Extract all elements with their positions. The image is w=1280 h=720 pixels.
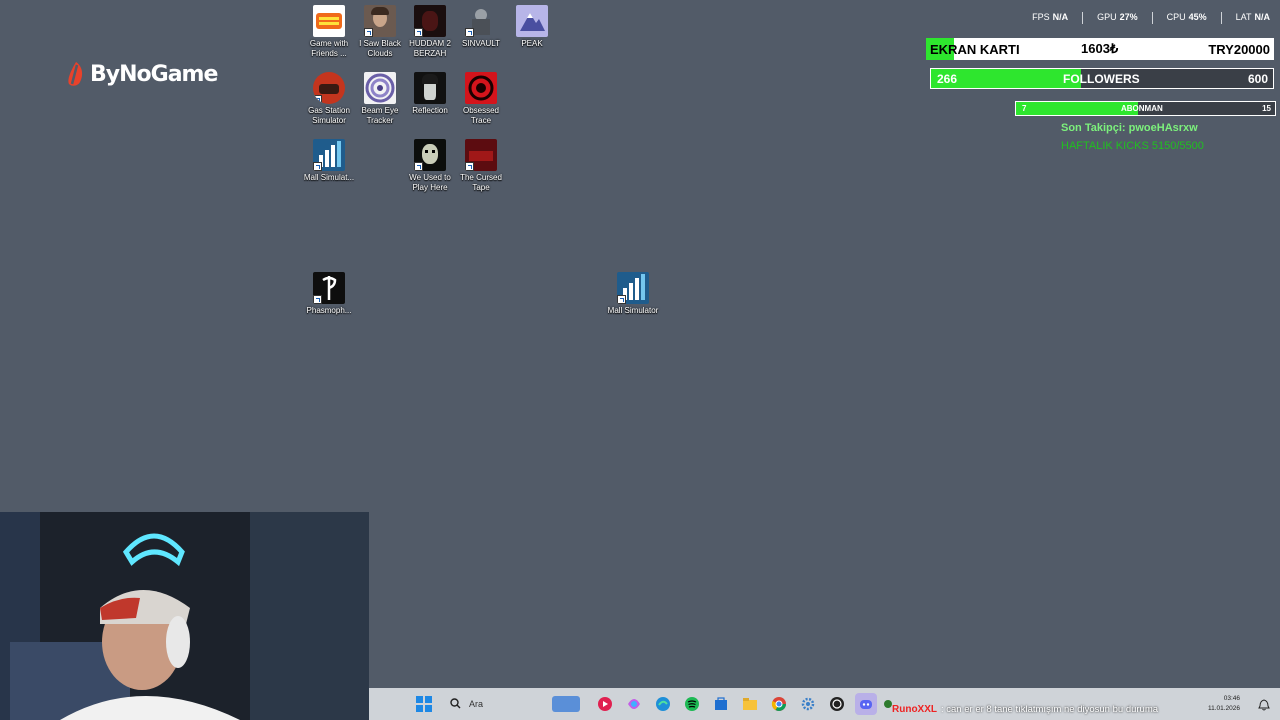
desktop-icon-beam-eye-tracker[interactable]: Beam Eye Tracker <box>354 72 406 126</box>
bynogame-logo: ByNoGame <box>66 60 218 88</box>
phasmophobia-icon <box>313 272 345 304</box>
desktop-icon-label: Phasmoph... <box>306 306 352 315</box>
copilot-icon[interactable] <box>623 693 645 715</box>
subscriptions-goal-bar: 7 ABONMAN 15 <box>1015 101 1276 116</box>
store-icon[interactable] <box>710 693 732 715</box>
settings-gear-icon[interactable] <box>797 693 819 715</box>
huddam-2-icon <box>414 5 446 37</box>
search-icon <box>450 697 461 711</box>
desktop-icon-label: Gas Station Simulator <box>308 106 350 125</box>
desktop-icon-label: Obsessed Trace <box>462 106 500 125</box>
stats-divider <box>1151 12 1153 24</box>
bynogame-logo-icon <box>66 60 86 88</box>
desktop-icon-label: HUDDAM 2 BERZAH <box>409 39 451 58</box>
desktop-icon-peak[interactable]: PEAK <box>506 5 558 49</box>
notification-bell-icon[interactable] <box>1258 698 1270 716</box>
webcam-feed <box>0 512 369 720</box>
desktop-icon-label: PEAK <box>521 39 543 48</box>
gpu-stat: GPU 27% <box>1097 12 1138 22</box>
desktop-icon-label: SINVAULT <box>462 39 500 48</box>
desktop-icon-obsessed-trace[interactable]: Obsessed Trace <box>455 72 507 126</box>
desktop-icon-game-with-friends[interactable]: Game with Friends ... <box>303 5 355 59</box>
performance-stats: FPS N/A GPU 27% CPU 45% LAT N/A <box>1032 12 1270 24</box>
bynogame-logo-text: ByNoGame <box>90 61 218 87</box>
desktop-icon-label: Beam Eye Tracker <box>361 106 399 125</box>
desktop-icon-we-used-to-play-here[interactable]: We Used to Play Here <box>404 139 456 193</box>
subscriptions-current: 7 <box>1022 104 1027 113</box>
desktop-icon-reflection[interactable]: Reflection <box>404 72 456 116</box>
media-player-icon[interactable] <box>594 693 616 715</box>
followers-current: 266 <box>937 71 958 86</box>
subscriptions-goal-fill <box>1016 102 1138 115</box>
i-saw-black-clouds-icon <box>364 5 396 37</box>
desktop-icon-phasmophobia[interactable]: Phasmoph... <box>303 272 355 316</box>
followers-target: 600 <box>1247 71 1268 86</box>
reflection-icon <box>414 72 446 104</box>
desktop-icon-label: Reflection <box>412 106 448 115</box>
obsessed-trace-icon <box>465 72 497 104</box>
desktop-icon-label: Mall Simulator <box>607 306 659 315</box>
desktop-icon-gas-station-simulator[interactable]: Gas Station Simulator <box>303 72 355 126</box>
taskbar-search[interactable]: Ara <box>444 693 584 715</box>
desktop-icon-i-saw-black-clouds[interactable]: I Saw Black Clouds <box>354 5 406 59</box>
discord-icon[interactable] <box>854 693 877 715</box>
gpu-goal-bar: EKRAN KARTI 1603₺ TRY20000 <box>926 38 1274 60</box>
desktop-icon-the-cursed-tape[interactable]: The Cursed Tape <box>455 139 507 193</box>
clock-time: 03:46 <box>1223 695 1240 702</box>
cursed-tape-icon <box>465 139 497 171</box>
peak-icon <box>516 5 548 37</box>
search-highlight-icon <box>552 696 580 712</box>
sinvault-icon <box>465 5 497 37</box>
stats-divider <box>1082 12 1084 24</box>
desktop-icon-label: We Used to Play Here <box>409 173 451 192</box>
desktop-icon-sinvault[interactable]: SINVAULT <box>455 5 507 49</box>
edge-icon[interactable] <box>652 693 674 715</box>
gpu-goal-title: EKRAN KARTI <box>930 41 1020 57</box>
clock-date: 11.01.2026 <box>1207 705 1240 712</box>
lat-stat: LAT N/A <box>1235 12 1270 22</box>
taskbar-clock[interactable]: 03:46 11.01.2026 <box>1208 694 1240 714</box>
mall-simulator-icon <box>617 272 649 304</box>
chat-username: RunoXXL <box>892 704 937 715</box>
desktop-icon-label: Mall Simulat... <box>303 173 355 182</box>
followers-title: FOLLOWERS <box>1063 71 1140 86</box>
gpu-goal-current: 1603₺ <box>1081 41 1119 56</box>
windows-start-icon[interactable] <box>413 693 435 715</box>
cpu-stat: CPU 45% <box>1166 12 1207 22</box>
search-placeholder: Ara <box>469 699 484 709</box>
weekly-kicks-text: HAFTALIK KICKS 5150/5500 <box>1061 140 1204 152</box>
desktop-icon-label: I Saw Black Clouds <box>359 39 401 58</box>
spotify-icon[interactable] <box>681 693 703 715</box>
stats-divider <box>1220 12 1222 24</box>
obs-icon[interactable] <box>826 693 848 715</box>
gpu-goal-target: TRY20000 <box>1208 41 1270 57</box>
file-explorer-icon[interactable] <box>739 693 761 715</box>
we-used-to-play-here-icon <box>414 139 446 171</box>
gas-station-simulator-icon <box>313 72 345 104</box>
mall-simulator-icon <box>313 139 345 171</box>
subscriptions-title: ABONMAN <box>1121 104 1163 113</box>
online-status-icon <box>884 700 892 708</box>
desktop-icon-mall-simulator-2[interactable]: Mall Simulator <box>607 272 659 316</box>
game-with-friends-icon <box>313 5 345 37</box>
followers-goal-bar: 266 FOLLOWERS 600 <box>930 68 1274 89</box>
chrome-icon[interactable] <box>768 693 790 715</box>
chat-message: : can er er 8 tane tıklatmışım ne diyosu… <box>941 704 1159 715</box>
desktop-icon-label: Game with Friends ... <box>309 39 349 58</box>
desktop-icon-huddam-2[interactable]: HUDDAM 2 BERZAH <box>404 5 456 59</box>
fps-stat: FPS N/A <box>1032 12 1069 22</box>
beam-eye-tracker-icon <box>364 72 396 104</box>
desktop-icon-label: The Cursed Tape <box>460 173 502 192</box>
last-follower-text: Son Takipçi: pwoeHAsrxw <box>1061 122 1198 134</box>
subscriptions-target: 15 <box>1262 104 1271 113</box>
desktop-icon-mall-simulator-1[interactable]: Mall Simulat... <box>303 139 355 183</box>
